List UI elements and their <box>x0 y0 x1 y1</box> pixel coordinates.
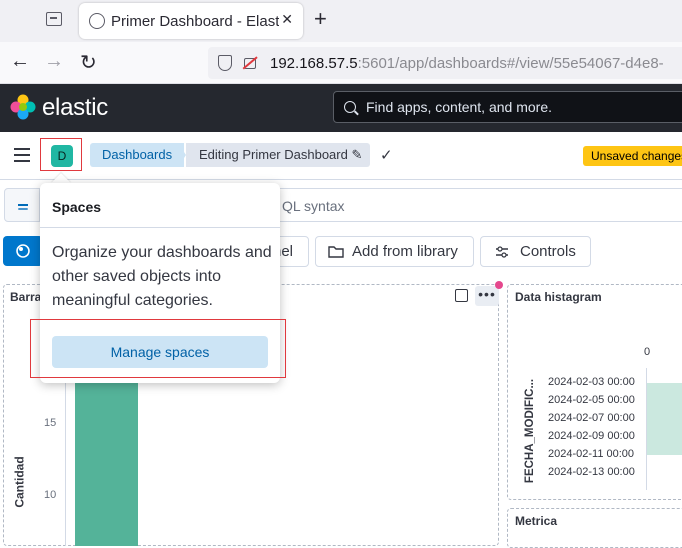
global-search-input[interactable]: Find apps, content, and more. <box>333 91 682 123</box>
tab-close-icon[interactable]: ✕ <box>281 11 293 28</box>
breadcrumb-editing[interactable]: Editing Primer Dashboard ✎ <box>186 143 371 167</box>
shield-icon[interactable] <box>218 55 232 71</box>
y-axis-line <box>65 372 66 546</box>
unsaved-changes-badge: Unsaved changes <box>583 146 682 166</box>
browser-tab-bar: Primer Dashboard - Elastic ✕ + <box>0 0 682 42</box>
menu-icon[interactable] <box>14 148 30 162</box>
check-icon[interactable]: ✓ <box>380 146 393 164</box>
search-icon <box>344 101 356 113</box>
controls-button[interactable]: Controls <box>480 236 591 267</box>
tab-title: Primer Dashboard - Elastic <box>111 13 279 30</box>
panel-title: Data histagram <box>515 290 602 304</box>
browser-tab[interactable]: Primer Dashboard - Elastic ✕ <box>79 3 303 39</box>
reload-icon[interactable]: ↻ <box>80 50 97 75</box>
folder-icon <box>328 246 344 258</box>
insecure-lock-icon[interactable] <box>244 58 256 69</box>
url-path: :5601/app/dashboards#/view/55e54067-d4e8… <box>357 55 664 72</box>
search-placeholder: Find apps, content, and more. <box>366 99 552 115</box>
popover-title: Spaces <box>52 199 102 215</box>
back-icon[interactable]: ← <box>10 50 30 73</box>
y-axis-label: Cantidad <box>12 456 27 508</box>
panel-title: Metrica <box>515 514 558 528</box>
controls-label: Controls <box>520 243 576 260</box>
y-tick: 10 <box>44 489 57 501</box>
y-tick: 15 <box>44 417 57 429</box>
new-tab-button[interactable]: + <box>314 6 327 32</box>
space-avatar[interactable]: D <box>51 145 73 167</box>
panel-title: Barra <box>10 290 42 304</box>
controls-icon <box>496 246 508 258</box>
breadcrumb-separator <box>178 143 186 167</box>
y-tick: 2024-02-07 00:00 <box>548 412 635 424</box>
logo-text[interactable]: elastic <box>42 94 108 122</box>
y-tick: 2024-02-03 00:00 <box>548 376 635 388</box>
histogram-bar[interactable] <box>647 383 682 455</box>
filter-options-button[interactable] <box>4 188 40 222</box>
notification-dot <box>495 281 503 289</box>
favicon-icon <box>89 13 105 29</box>
manage-spaces-button[interactable]: Manage spaces <box>52 336 268 368</box>
breadcrumb-dashboards[interactable]: Dashboards <box>90 143 185 167</box>
x-tick: 0 <box>644 346 651 358</box>
url-bar[interactable]: 192.168.57.5:5601/app/dashboards#/view/5… <box>208 47 682 79</box>
y-tick: 2024-02-13 00:00 <box>548 466 635 478</box>
y-tick: 2024-02-09 00:00 <box>548 430 635 442</box>
divider <box>40 227 280 228</box>
forward-icon[interactable]: → <box>44 50 64 73</box>
browser-nav-bar: ← → ↻ 192.168.57.5:5601/app/dashboards#/… <box>0 42 682 84</box>
query-syntax-hint: QL syntax <box>282 198 345 214</box>
create-visualization-button[interactable] <box>3 236 43 266</box>
url-host: 192.168.57.5 <box>270 55 358 72</box>
bar[interactable] <box>75 372 138 546</box>
panel-options-button[interactable]: ••• <box>475 286 499 306</box>
y-axis-label: FECHA_MODIFIC... <box>524 378 537 484</box>
elastic-logo-icon[interactable] <box>10 94 36 120</box>
url-text[interactable]: 192.168.57.5:5601/app/dashboards#/view/5… <box>270 55 664 72</box>
kibana-header: elastic Find apps, content, and more. <box>0 84 682 132</box>
add-from-library-button[interactable]: Add from library <box>315 236 474 267</box>
y-tick: 2024-02-11 00:00 <box>548 448 635 460</box>
popover-description: Organize your dashboards and other saved… <box>52 244 272 309</box>
lens-icon <box>16 244 30 258</box>
tab-list-icon[interactable] <box>46 12 62 26</box>
add-from-library-label: Add from library <box>352 243 458 260</box>
y-tick: 2024-02-05 00:00 <box>548 394 635 406</box>
panel-notes-icon[interactable] <box>455 289 468 302</box>
